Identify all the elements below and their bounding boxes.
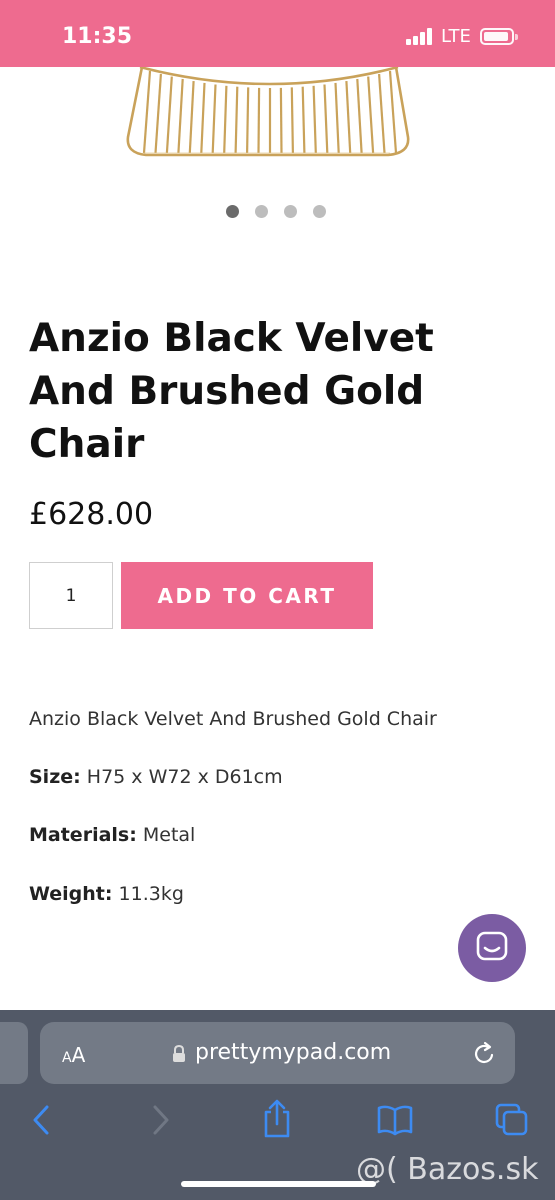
home-indicator[interactable]	[181, 1181, 376, 1187]
chevron-left-icon[interactable]	[30, 1104, 52, 1136]
quantity-input[interactable]	[29, 562, 113, 629]
spec-weight-value: 11.3kg	[118, 883, 184, 905]
spec-weight-label: Weight:	[29, 883, 113, 905]
product-price: £628.00	[29, 497, 154, 532]
carousel-dot-2[interactable]	[255, 205, 268, 218]
battery-icon	[480, 28, 518, 45]
spec-size: Size: H75 x W72 x D61cm	[29, 766, 283, 788]
lock-icon	[173, 1045, 185, 1062]
reload-icon[interactable]	[471, 1041, 497, 1067]
chat-bubble-icon	[476, 931, 508, 961]
network-type: LTE	[441, 26, 471, 47]
status-bar: 11:35 LTE	[0, 0, 555, 67]
status-time: 11:35	[62, 24, 133, 49]
signal-strength-icon	[406, 27, 434, 45]
carousel-dot-4[interactable]	[313, 205, 326, 218]
previous-tab-card[interactable]	[0, 1022, 28, 1084]
text-size-big: A	[71, 1043, 86, 1067]
spec-materials: Materials: Metal	[29, 824, 195, 846]
spec-materials-value: Metal	[142, 824, 196, 846]
chat-button[interactable]	[458, 914, 526, 982]
carousel-dot-3[interactable]	[284, 205, 297, 218]
spec-materials-label: Materials:	[29, 824, 137, 846]
spec-size-value: H75 x W72 x D61cm	[86, 766, 283, 788]
spec-size-label: Size:	[29, 766, 81, 788]
add-to-cart-button[interactable]: ADD TO CART	[121, 562, 373, 629]
product-title: Anzio Black Velvet And Brushed Gold Chai…	[29, 316, 434, 467]
url-text[interactable]: prettymypad.com	[195, 1040, 391, 1065]
text-size-small: A	[62, 1050, 72, 1066]
product-image[interactable]	[120, 67, 420, 167]
book-icon[interactable]	[376, 1104, 414, 1136]
share-icon[interactable]	[261, 1098, 293, 1140]
text-size-button[interactable]: AA	[62, 1043, 85, 1067]
image-carousel-dots[interactable]	[226, 205, 326, 219]
chevron-right-icon[interactable]	[150, 1104, 172, 1136]
carousel-dot-1[interactable]	[226, 205, 239, 218]
watermark: @( Bazos.sk	[356, 1152, 539, 1187]
spec-weight: Weight: 11.3kg	[29, 883, 184, 905]
tabs-icon[interactable]	[494, 1102, 530, 1138]
product-description: Anzio Black Velvet And Brushed Gold Chai…	[29, 708, 437, 730]
